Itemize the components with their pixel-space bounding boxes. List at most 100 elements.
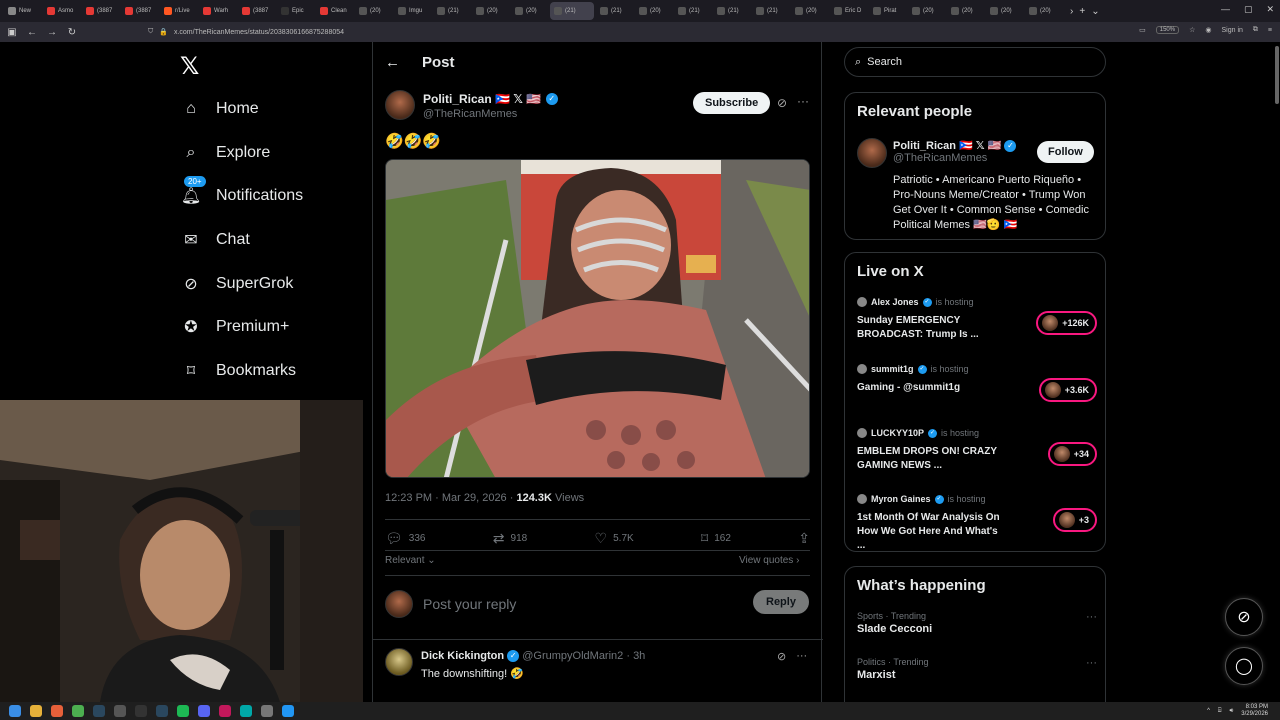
new-tab-button[interactable]: +: [1079, 6, 1085, 17]
spotify-icon[interactable]: [177, 705, 189, 717]
bookmark-action[interactable]: ⌑ 162: [701, 530, 731, 547]
browser-tab[interactable]: Epic: [277, 2, 314, 20]
steam-icon[interactable]: [93, 705, 105, 717]
browser-tab[interactable]: (20): [791, 2, 828, 20]
trend-item[interactable]: Sports · Trending Slade Cecconi ···: [857, 611, 1097, 635]
grok-float-button[interactable]: ⊘: [1225, 598, 1263, 636]
app-icon[interactable]: [114, 705, 126, 717]
app-icon[interactable]: [282, 705, 294, 717]
close-window-button[interactable]: ✕: [1266, 4, 1274, 15]
browser-tab[interactable]: (20): [355, 2, 392, 20]
menu-icon[interactable]: ≡: [1268, 27, 1272, 34]
browser-tab[interactable]: (20): [472, 2, 509, 20]
browser-tab[interactable]: (21): [596, 2, 633, 20]
signin-label[interactable]: Sign in: [1222, 27, 1243, 34]
nav-item-notifications[interactable]: 🔔︎ 20+ Notifications: [180, 176, 303, 207]
browser-tab[interactable]: (20): [947, 2, 984, 20]
relevant-person[interactable]: Politi_Rican 🇵🇷 𝕏 🇺🇸 ✓ @TheRicanMemes: [893, 139, 1017, 164]
page-scrollbar[interactable]: [1274, 42, 1280, 702]
relevant-person-avatar[interactable]: [857, 138, 887, 168]
bookmark-star-icon[interactable]: ☆: [1189, 26, 1195, 34]
back-arrow-icon[interactable]: ←: [385, 54, 400, 71]
nav-item-home[interactable]: ⌂ Home: [180, 98, 259, 120]
follow-button[interactable]: Follow: [1037, 141, 1094, 163]
reply-action[interactable]: 💬︎ 336: [385, 530, 425, 547]
author-avatar[interactable]: [385, 90, 415, 120]
browser-tab[interactable]: (3887: [238, 2, 275, 20]
app-icon[interactable]: [219, 705, 231, 717]
reply-button[interactable]: Reply: [753, 590, 809, 614]
volume-icon[interactable]: 🔊︎: [1230, 708, 1234, 715]
nav-item-premium[interactable]: ✪ Premium+: [180, 316, 289, 338]
post-image[interactable]: [385, 159, 810, 478]
file-explorer-icon[interactable]: [30, 705, 42, 717]
tab-list-dropdown-icon[interactable]: ⌄: [1091, 6, 1099, 17]
maximize-button[interactable]: ▢: [1244, 4, 1253, 15]
messages-float-button[interactable]: ◯: [1225, 647, 1263, 685]
browser-tab[interactable]: (20): [511, 2, 548, 20]
browser-tab[interactable]: Pirat: [869, 2, 906, 20]
post-timestamp[interactable]: 12:23 PM · Mar 29, 2026 ·: [385, 492, 516, 504]
sort-dropdown[interactable]: Relevant ⌄: [385, 555, 436, 566]
browser-tab[interactable]: (20): [908, 2, 945, 20]
comment-avatar[interactable]: [385, 648, 413, 676]
reader-view-icon[interactable]: ▭: [1139, 26, 1146, 34]
sidebar-toggle-icon[interactable]: ▣: [4, 27, 20, 38]
browser-tab[interactable]: (21): [550, 2, 594, 20]
app-icon[interactable]: [261, 705, 273, 717]
browser-tab[interactable]: (21): [674, 2, 711, 20]
browser-tab[interactable]: r/Live: [160, 2, 197, 20]
live-space-item[interactable]: LUCKYY10P ✓ is hosting EMBLEM DROPS ON! CRA…: [857, 428, 1097, 473]
nav-item-chat[interactable]: ✉ Chat: [180, 229, 250, 251]
tab-scroll-right-icon[interactable]: ›: [1070, 6, 1073, 17]
more-options-icon[interactable]: ···: [1086, 657, 1097, 669]
address-bar[interactable]: ⛉ 🔒 x.com/TheRicanMemes/status/203830616…: [148, 28, 344, 36]
more-options-icon[interactable]: ···: [796, 650, 807, 663]
nav-item-supergrok[interactable]: ⊘ SuperGrok: [180, 273, 293, 295]
repost-action[interactable]: ⇄ 918: [493, 530, 527, 547]
search-input[interactable]: ⌕ Search: [844, 47, 1106, 77]
grok-icon[interactable]: ⊘: [777, 650, 786, 663]
subscribe-button[interactable]: Subscribe: [693, 92, 771, 114]
zoom-level[interactable]: 150%: [1155, 26, 1180, 34]
extensions-icon[interactable]: ⧉: [1253, 26, 1258, 34]
network-icon[interactable]: ⌸: [1218, 708, 1222, 715]
author-name[interactable]: Politi_Rican 🇵🇷 𝕏 🇺🇸: [423, 92, 541, 106]
obs-icon[interactable]: [135, 705, 147, 717]
browser-tab[interactable]: Imgu: [394, 2, 431, 20]
scrollbar-thumb[interactable]: [1275, 46, 1279, 104]
grok-icon[interactable]: ⊘: [777, 96, 787, 110]
author-handle[interactable]: @TheRicanMemes: [423, 108, 558, 120]
nav-item-bookmarks[interactable]: ⌑ Bookmarks: [180, 360, 296, 382]
app-icon[interactable]: [240, 705, 252, 717]
browser-tab[interactable]: New: [4, 2, 41, 20]
comment-author-name[interactable]: Dick Kickington: [421, 650, 504, 662]
account-icon[interactable]: ◉: [1205, 26, 1211, 34]
minimize-button[interactable]: —: [1221, 4, 1230, 15]
live-space-item[interactable]: Alex Jones ✓ is hosting Sunday EMERGENCY BR…: [857, 297, 1097, 342]
browser-tab[interactable]: (21): [433, 2, 470, 20]
more-options-icon[interactable]: ···: [1086, 611, 1097, 623]
browser-tab[interactable]: (20): [986, 2, 1023, 20]
reply-input[interactable]: Post your reply: [423, 596, 516, 612]
post-author[interactable]: Politi_Rican 🇵🇷 𝕏 🇺🇸 ✓ @TheRicanMemes: [385, 90, 558, 120]
nav-item-explore[interactable]: ⌕ Explore: [180, 142, 271, 164]
browser-tab[interactable]: Asmo: [43, 2, 80, 20]
share-action[interactable]: ⇪: [798, 530, 810, 547]
trend-item[interactable]: Politics · Trending Marxist ···: [857, 657, 1097, 681]
browser-tab[interactable]: Eric D: [830, 2, 867, 20]
forward-button[interactable]: →: [44, 27, 60, 38]
like-action[interactable]: ♡ 5.7K: [595, 530, 634, 547]
steam-icon[interactable]: [156, 705, 168, 717]
browser-tab[interactable]: (21): [752, 2, 789, 20]
x-logo-icon[interactable]: 𝕏: [180, 52, 199, 80]
clock[interactable]: 8:03 PM 3/29/2026: [1241, 704, 1268, 718]
live-space-item[interactable]: Myron Gaines ✓ is hosting 1st Month Of War …: [857, 494, 1097, 553]
live-space-item[interactable]: summit1g ✓ is hosting Gaming - @summit1g +3.…: [857, 364, 1097, 402]
discord-icon[interactable]: [198, 705, 210, 717]
browser-tab[interactable]: (21): [713, 2, 750, 20]
browser-tab[interactable]: Clean: [316, 2, 353, 20]
browser-tab[interactable]: (3887: [121, 2, 158, 20]
firefox-icon[interactable]: [51, 705, 63, 717]
start-icon[interactable]: [9, 705, 21, 717]
